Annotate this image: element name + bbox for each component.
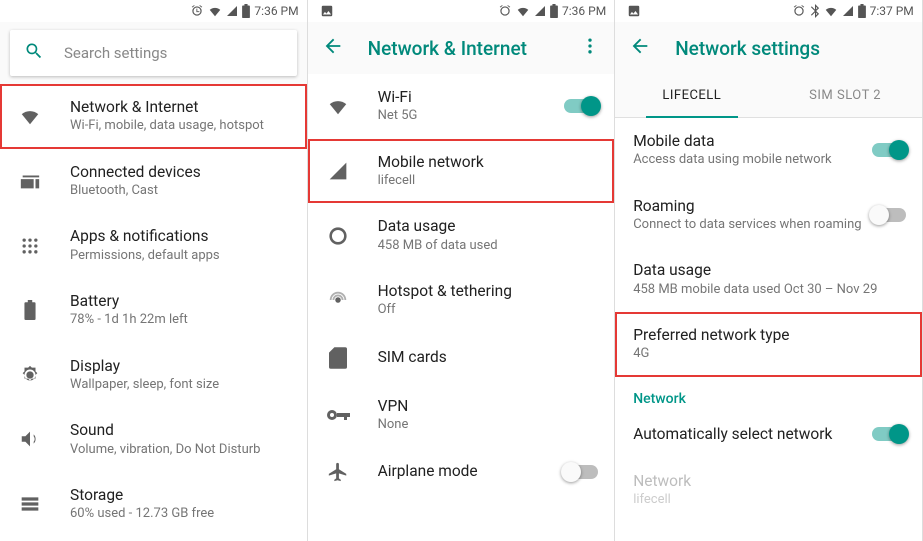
auto-select-network-item[interactable]: Automatically select network <box>615 411 922 458</box>
status-time: 7:37 PM <box>870 4 914 18</box>
network-settings-screen: 7:37 PM Network settings LIFECELL SIM SL… <box>615 0 923 541</box>
signal-icon <box>842 5 854 17</box>
battery-item[interactable]: Battery78% - 1d 1h 22m left <box>0 278 307 343</box>
preferred-network-type-item[interactable]: Preferred network type4G <box>615 312 922 377</box>
settings-list: Network & InternetWi-Fi, mobile, data us… <box>0 84 307 541</box>
battery-icon <box>550 4 558 18</box>
hotspot-icon <box>326 289 350 311</box>
alarm-icon <box>792 4 806 18</box>
airplane-switch[interactable] <box>564 465 598 479</box>
tab-sim-slot-2[interactable]: SIM SLOT 2 <box>768 74 921 117</box>
status-time: 7:36 PM <box>254 4 298 18</box>
network-section-label: Network <box>615 377 922 411</box>
airplane-mode-item[interactable]: Airplane mode <box>308 447 615 497</box>
wifi-item[interactable]: Wi-FiNet 5G <box>308 74 615 139</box>
battery-icon <box>858 4 866 18</box>
mobile-network-item[interactable]: Mobile networklifecell <box>308 139 615 204</box>
sim-icon <box>326 347 350 369</box>
app-bar: Network & Internet <box>308 22 615 74</box>
signal-icon <box>534 5 546 17</box>
search-icon <box>24 41 44 65</box>
connected-devices-item[interactable]: Connected devicesBluetooth, Cast <box>0 149 307 214</box>
data-usage-icon <box>326 225 350 247</box>
screenshot-icon <box>320 4 334 18</box>
network-internet-screen: 7:36 PM Network & Internet Wi-FiNet 5G M… <box>308 0 616 541</box>
wifi-switch[interactable] <box>564 99 598 113</box>
network-operator-item: Networklifecell <box>615 458 922 523</box>
apps-icon <box>18 236 42 256</box>
network-list: Wi-FiNet 5G Mobile networklifecell Data … <box>308 74 615 541</box>
sim-tabs: LIFECELL SIM SLOT 2 <box>615 74 922 118</box>
back-icon[interactable] <box>322 35 344 61</box>
auto-select-switch[interactable] <box>872 427 906 441</box>
screenshot-icon <box>627 4 641 18</box>
wifi-icon <box>208 4 222 18</box>
mobile-data-item[interactable]: Mobile dataAccess data using mobile netw… <box>615 118 922 183</box>
status-bar: 7:36 PM <box>0 0 307 22</box>
vpn-key-icon <box>326 408 350 422</box>
app-bar: Network settings <box>615 22 922 74</box>
network-internet-item[interactable]: Network & InternetWi-Fi, mobile, data us… <box>0 84 307 149</box>
more-icon[interactable] <box>580 36 600 60</box>
brightness-icon <box>18 364 42 386</box>
alarm-icon <box>190 4 204 18</box>
data-usage-item[interactable]: Data usage458 MB of data used <box>308 203 615 268</box>
battery-icon <box>242 4 250 18</box>
sound-item[interactable]: SoundVolume, vibration, Do Not Disturb <box>0 407 307 472</box>
wifi-icon <box>18 105 42 127</box>
mobile-data-switch[interactable] <box>872 143 906 157</box>
page-title: Network settings <box>675 37 908 60</box>
wifi-icon <box>824 4 838 18</box>
volume-icon <box>18 428 42 450</box>
vpn-item[interactable]: VPNNone <box>308 383 615 448</box>
roaming-item[interactable]: RoamingConnect to data services when roa… <box>615 183 922 248</box>
search-settings-bar[interactable]: Search settings <box>10 30 297 76</box>
page-title: Network & Internet <box>368 37 557 60</box>
apps-notifications-item[interactable]: Apps & notificationsPermissions, default… <box>0 213 307 278</box>
battery-icon <box>18 300 42 320</box>
roaming-switch[interactable] <box>872 208 906 222</box>
sim-cards-item[interactable]: SIM cards <box>308 333 615 383</box>
network-settings-list: Mobile dataAccess data using mobile netw… <box>615 118 922 541</box>
status-time: 7:36 PM <box>562 4 606 18</box>
signal-icon <box>326 161 350 181</box>
wifi-icon <box>516 4 530 18</box>
devices-icon <box>18 170 42 192</box>
alarm-icon <box>498 4 512 18</box>
storage-item[interactable]: Storage60% used - 12.73 GB free <box>0 472 307 537</box>
bluetooth-icon <box>810 4 820 18</box>
signal-icon <box>226 5 238 17</box>
status-bar: 7:36 PM <box>308 0 615 22</box>
security-location-item[interactable]: Security & locationScreen lock, fingerpr… <box>0 536 307 541</box>
display-item[interactable]: DisplayWallpaper, sleep, font size <box>0 343 307 408</box>
search-placeholder: Search settings <box>64 44 167 62</box>
status-bar: 7:37 PM <box>615 0 922 22</box>
tab-lifecell[interactable]: LIFECELL <box>615 74 768 117</box>
settings-root-screen: 7:36 PM Search settings Network & Intern… <box>0 0 308 541</box>
back-icon[interactable] <box>629 35 651 61</box>
airplane-icon <box>326 461 350 483</box>
storage-icon <box>18 494 42 514</box>
data-usage-item[interactable]: Data usage458 MB mobile data used Oct 30… <box>615 247 922 312</box>
wifi-icon <box>326 95 350 117</box>
hotspot-item[interactable]: Hotspot & tetheringOff <box>308 268 615 333</box>
